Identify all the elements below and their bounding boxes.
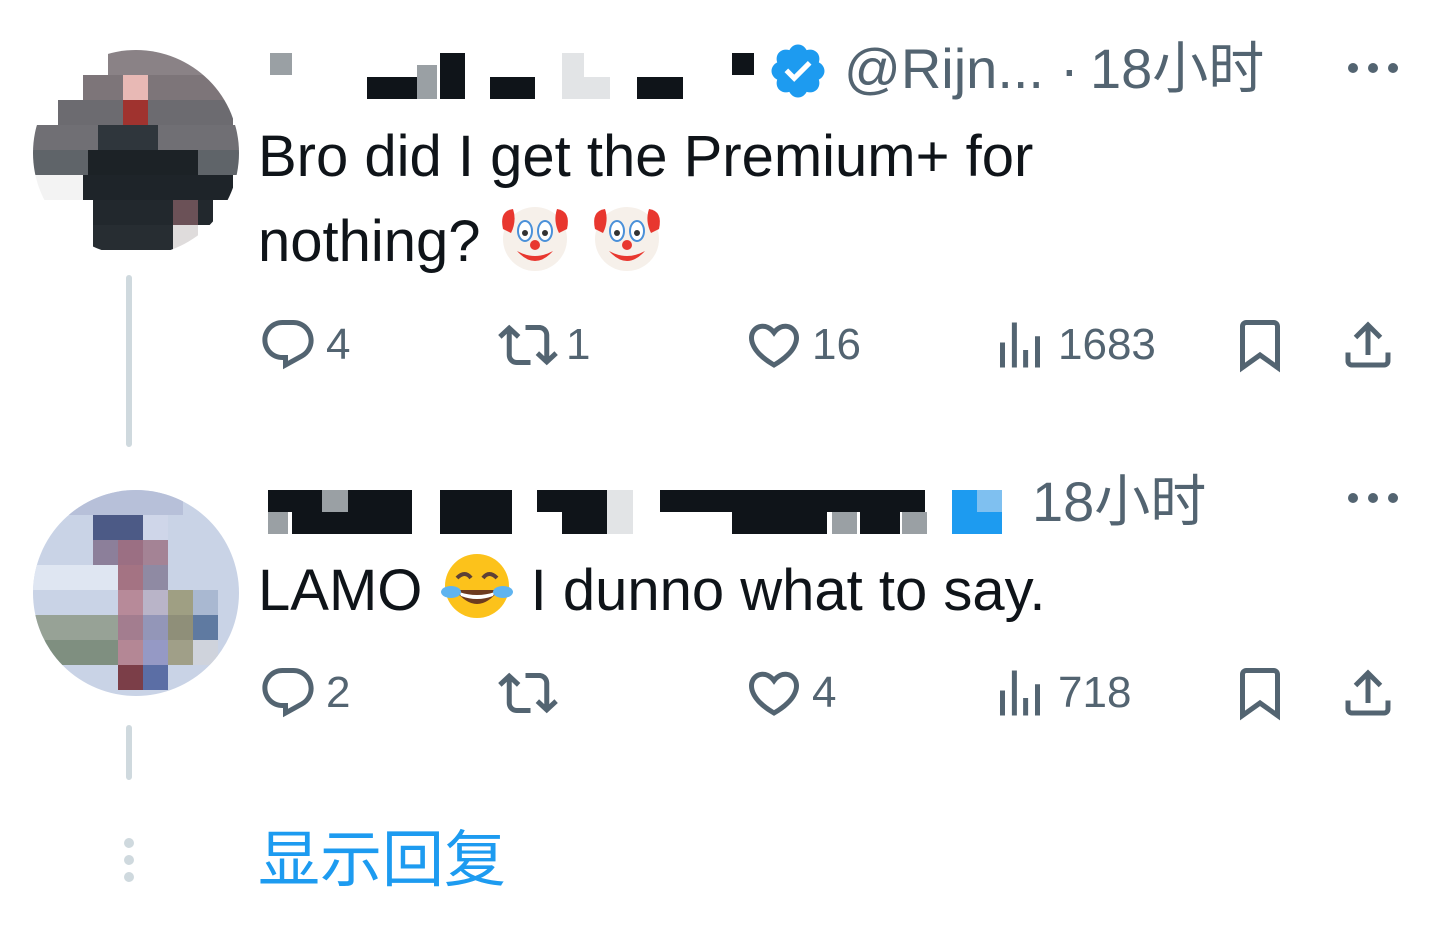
tweet-text: LAMO I dunno what to say. — [258, 548, 1258, 633]
clown-face-icon — [593, 207, 660, 271]
views-chart-icon — [1000, 322, 1040, 368]
heart-icon — [748, 323, 800, 368]
author-row: @Rijn... · 18小时 — [262, 35, 1322, 105]
avatar[interactable] — [33, 50, 239, 256]
redacted-name-block — [490, 77, 535, 99]
thread-line — [126, 725, 132, 780]
redacted-name-block — [832, 512, 857, 534]
clown-face-icon — [501, 207, 568, 271]
retweet-button[interactable] — [498, 658, 566, 728]
redacted-name-block — [367, 77, 417, 99]
tweet-body-start: LAMO — [258, 558, 423, 623]
share-icon — [1345, 669, 1391, 716]
retweet-icon — [498, 324, 558, 366]
views-count: 1683 — [1058, 320, 1156, 369]
redacted-name-block — [860, 512, 900, 534]
retweet-icon — [498, 672, 558, 714]
views-count: 718 — [1058, 668, 1132, 717]
reply-icon — [262, 668, 314, 718]
redacted-name-block — [270, 53, 292, 75]
redacted-name-block — [268, 490, 294, 512]
tweet-1[interactable]: @Rijn... · 18小时 Bro did I get the Premiu… — [0, 0, 1439, 460]
views-button[interactable]: 1683 — [990, 310, 1156, 380]
verified-badge-icon — [771, 44, 825, 98]
separator-dot: · — [1060, 37, 1079, 100]
reply-button[interactable]: 4 — [258, 310, 350, 380]
avatar[interactable] — [33, 490, 239, 696]
timestamp[interactable]: 18小时 — [1090, 35, 1264, 103]
heart-icon — [748, 671, 800, 716]
retweet-button[interactable]: 1 — [498, 310, 590, 380]
redacted-name-block — [440, 53, 465, 99]
author-row: 18小时 — [262, 468, 1322, 538]
bookmark-button[interactable] — [1230, 310, 1290, 380]
reply-button[interactable]: 2 — [258, 658, 350, 728]
like-count: 16 — [812, 320, 861, 369]
redacted-name-block — [732, 53, 754, 75]
action-bar: 2 4 718 — [258, 658, 1408, 728]
redacted-name-block — [268, 512, 288, 534]
views-chart-icon — [1000, 670, 1040, 716]
redacted-name-block — [660, 490, 925, 512]
share-button[interactable] — [1338, 310, 1398, 380]
redacted-name-block — [902, 512, 927, 534]
retweet-count: 1 — [566, 320, 591, 369]
timestamp[interactable]: 18小时 — [1032, 468, 1206, 536]
more-icon[interactable] — [1345, 488, 1401, 508]
bookmark-icon — [1240, 668, 1280, 721]
show-replies-link[interactable]: 显示回复 — [258, 820, 506, 900]
redacted-name-block — [732, 512, 827, 534]
bookmark-button[interactable] — [1230, 658, 1290, 728]
bookmark-icon — [1240, 320, 1280, 373]
reply-count: 2 — [326, 668, 351, 717]
redacted-name-block — [562, 53, 584, 99]
redacted-name-block — [607, 490, 633, 534]
share-icon — [1345, 321, 1391, 368]
share-button[interactable] — [1338, 658, 1398, 728]
like-count: 4 — [812, 668, 837, 717]
redacted-name-block — [562, 512, 607, 534]
redacted-name-block — [537, 490, 607, 512]
show-replies-row[interactable]: 显示回复 — [0, 810, 1439, 910]
redacted-name-block — [584, 77, 610, 99]
redacted-name-block — [322, 490, 348, 512]
like-button[interactable]: 4 — [744, 658, 836, 728]
more-icon[interactable] — [1345, 58, 1401, 78]
author-handle[interactable]: @Rijn... — [844, 35, 1044, 103]
tweet-2[interactable]: 18小时 LAMO I dunno what to say. 2 4 718 — [0, 460, 1439, 790]
tweet-body-end: I dunno what to say. — [530, 558, 1046, 623]
reply-count: 4 — [326, 320, 351, 369]
more-replies-dots-icon — [124, 838, 134, 882]
face-with-tears-of-joy-icon — [440, 554, 513, 618]
redacted-name-block — [637, 77, 683, 99]
redacted-name-block — [977, 490, 1002, 512]
tweet-text: Bro did I get the Premium+ for nothing? — [258, 115, 1258, 284]
like-button[interactable]: 16 — [744, 310, 861, 380]
thread-line — [126, 275, 132, 447]
reply-icon — [262, 320, 314, 370]
redacted-name-block — [440, 490, 512, 534]
redacted-name-block — [292, 490, 412, 534]
action-bar: 4 1 16 1683 — [258, 310, 1408, 380]
redacted-name-block — [417, 65, 437, 99]
views-button[interactable]: 718 — [990, 658, 1131, 728]
